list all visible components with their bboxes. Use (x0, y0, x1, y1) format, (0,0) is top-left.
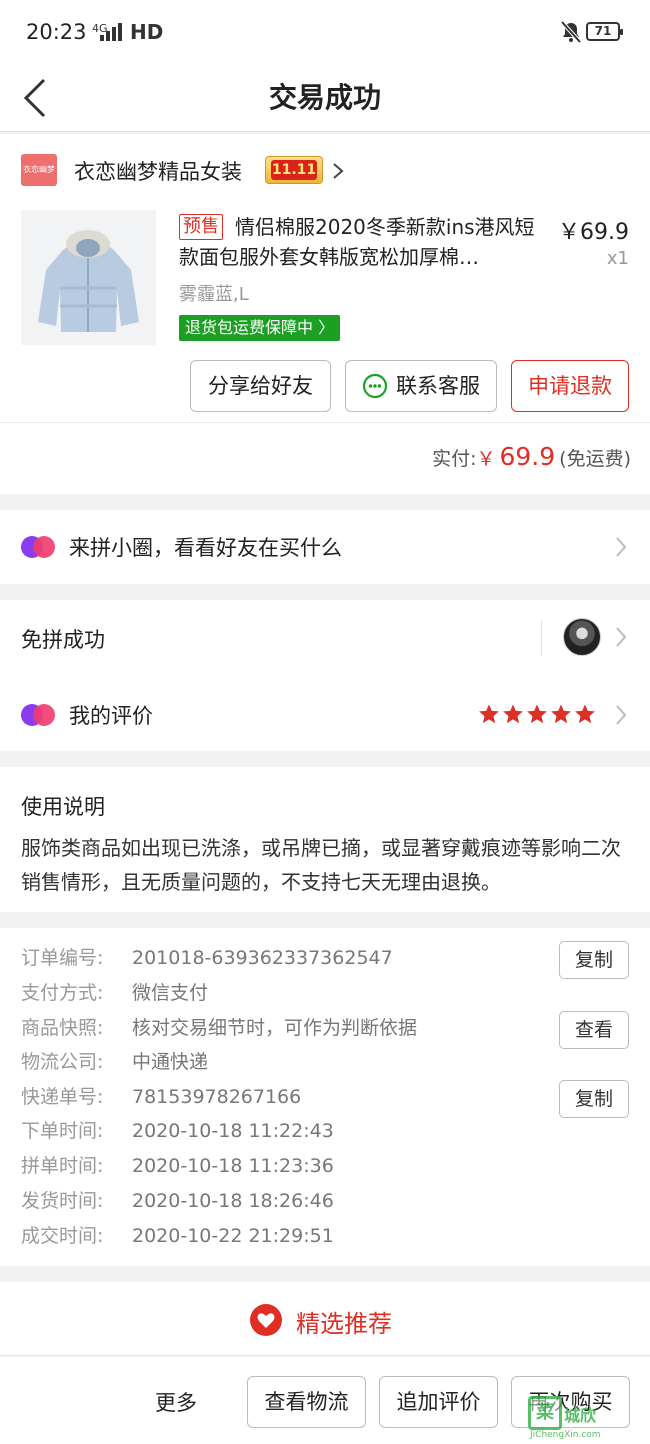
watermark-logo: 菜 城欣 JiChengXin.com (528, 1396, 646, 1440)
product-spec: 雾霾蓝,L (179, 284, 249, 305)
shop-name: 衣恋幽梦精品女装 (74, 160, 242, 184)
order-row: 物流公司: 中通快递 (21, 1051, 209, 1073)
notice-text: 服饰类商品如出现已洗涤，或吊牌已摘，或显著穿戴痕迹等影响二次销售情形，且无质量问… (21, 836, 621, 894)
star-icon (479, 704, 499, 724)
add-review-button[interactable]: 追加评价 (379, 1376, 498, 1428)
view-snapshot-button[interactable]: 查看 (559, 1011, 629, 1049)
divider (541, 620, 542, 656)
double-eleven-badge: 11.11 (265, 156, 323, 184)
order-row: 支付方式: 微信支付 (21, 982, 209, 1004)
order-row: 订单编号: 201018-639362337362547 (21, 947, 393, 969)
chevron-right-icon (616, 537, 627, 557)
chevron-right-icon (333, 163, 344, 179)
friend-circle-text: 来拼小圈，看看好友在买什么 (69, 536, 342, 560)
more-button[interactable]: 更多 (155, 1387, 197, 1417)
recommend-title: 精选推荐 (296, 1310, 392, 1338)
battery-icon: 71 (586, 22, 623, 41)
order-row: 下单时间: 2020-10-18 11:22:43 (21, 1120, 334, 1142)
order-row: 快递单号: 78153978267166 (21, 1086, 302, 1108)
nav-bar: 交易成功 (0, 64, 650, 132)
star-icon (527, 704, 547, 724)
order-row: 商品快照: 核对交易细节时，可作为判断依据 (21, 1017, 418, 1039)
heart-icon (250, 1304, 282, 1336)
product-quantity: x1 (606, 248, 629, 269)
star-icon (575, 704, 595, 724)
notice-title: 使用说明 (21, 795, 105, 819)
divider (0, 422, 650, 423)
avatar[interactable] (563, 618, 601, 656)
page-title: 交易成功 (268, 81, 381, 114)
view-logistics-button[interactable]: 查看物流 (247, 1376, 366, 1428)
hd-indicator: HD (130, 20, 164, 44)
friend-circle-row[interactable]: 来拼小圈，看看好友在买什么 (0, 510, 650, 584)
order-row: 发货时间: 2020-10-18 18:26:46 (21, 1190, 334, 1212)
recommend-header: 精选推荐 (0, 1282, 650, 1356)
share-button[interactable]: 分享给好友 (190, 360, 331, 412)
star-rating (478, 703, 598, 727)
chat-icon (362, 373, 388, 399)
return-shipping-guarantee[interactable]: 退货包运费保障中 〉 (179, 315, 341, 341)
bottom-action-bar: 更多 查看物流 追加评价 再次购买 菜 城欣 JiChengXin.com (0, 1357, 650, 1444)
status-bar: 20:23 4G HD 71 (0, 0, 650, 64)
shop-header[interactable]: 衣恋幽梦 衣恋幽梦精品女装 11.11 (21, 152, 631, 188)
order-info: 订单编号: 201018-639362337362547 复制 支付方式: 微信支付… (0, 928, 650, 1266)
product-title[interactable]: 情侣棉服2020冬季新款ins港风短款面包服外套女韩版宽松加厚棉… (179, 212, 549, 272)
group-review-card: 免拼成功 我的评价 (0, 600, 650, 751)
circle-logo-icon (21, 536, 55, 558)
chevron-right-icon[interactable] (614, 703, 628, 727)
copy-order-number-button[interactable]: 复制 (559, 941, 629, 979)
mute-bell-icon (560, 20, 582, 44)
shop-logo: 衣恋幽梦 (21, 154, 57, 186)
order-row: 拼单时间: 2020-10-18 11:23:36 (21, 1155, 334, 1177)
usage-notice: 使用说明 服饰类商品如出现已洗涤，或吊牌已摘，或显著穿戴痕迹等影响二次销售情形，… (0, 767, 650, 912)
signal-icon (100, 23, 124, 41)
my-review-label[interactable]: 我的评价 (69, 700, 153, 730)
review-logo-icon (21, 704, 55, 726)
star-icon (503, 704, 523, 724)
contact-service-button[interactable]: 联系客服 (345, 360, 497, 412)
status-time: 20:23 (26, 20, 87, 44)
jacket-image (21, 210, 156, 345)
paid-amount: 实付:￥ 69.9 (免运费) (432, 442, 631, 471)
chevron-right-icon[interactable] (614, 625, 628, 649)
product-price: ￥69.9 (558, 220, 629, 245)
refund-button[interactable]: 申请退款 (511, 360, 629, 412)
product-image[interactable] (21, 210, 156, 345)
copy-tracking-number-button[interactable]: 复制 (559, 1080, 629, 1118)
order-product-card: 衣恋幽梦 衣恋幽梦精品女装 11.11 预售 情侣棉服2020冬季新款ins港风… (0, 134, 650, 494)
star-icon (551, 704, 571, 724)
group-status: 免拼成功 (21, 628, 105, 652)
order-row: 成交时间: 2020-10-22 21:29:51 (21, 1225, 334, 1247)
